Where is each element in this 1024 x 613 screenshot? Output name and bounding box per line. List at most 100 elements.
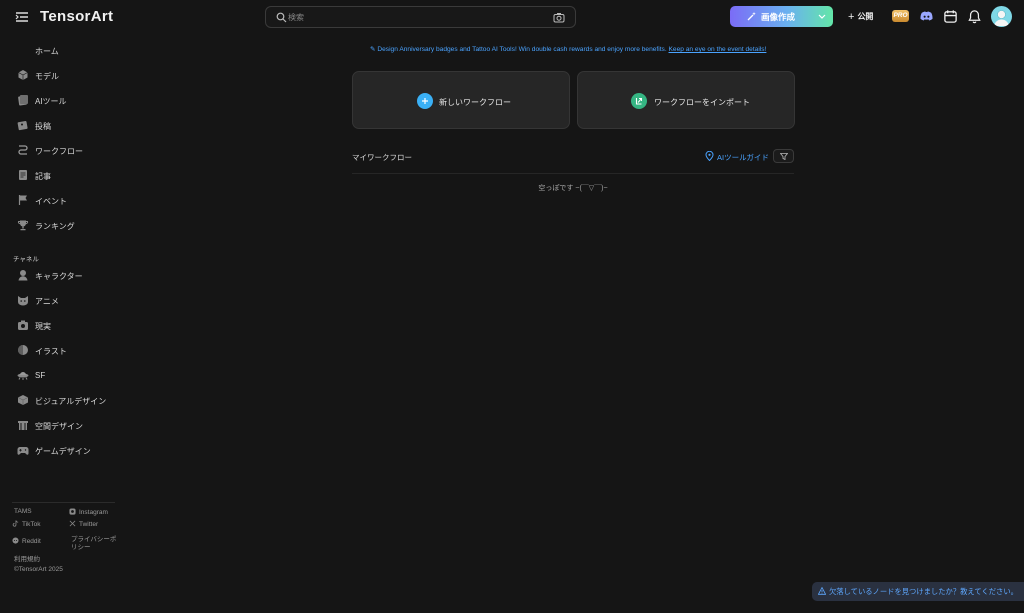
import-workflow-card[interactable]: ワークフローをインポート <box>577 71 795 129</box>
sidebar-channel-game-design[interactable]: ゲームデザイン <box>17 443 117 459</box>
sidebar-item-workflow[interactable]: ワークフロー <box>17 143 117 159</box>
character-icon <box>18 270 28 281</box>
footer-link-reddit[interactable]: Reddit <box>12 537 41 545</box>
publish-button[interactable]: + 公開 <box>848 10 873 23</box>
calendar-icon[interactable] <box>943 9 958 24</box>
footer-link-tams[interactable]: TAMS <box>14 508 32 515</box>
workflow-icon <box>18 145 28 155</box>
gamepad-icon <box>17 447 29 455</box>
sidebar-item-label: 投稿 <box>35 122 51 131</box>
ai-tool-icon <box>18 95 28 106</box>
sidebar-item-label: ビジュアルデザイン <box>35 397 107 406</box>
x-twitter-icon <box>69 520 76 527</box>
sidebar-item-label: 記事 <box>35 172 51 181</box>
sidebar-item-ranking[interactable]: ランキング <box>17 218 117 234</box>
section-divider <box>352 173 794 174</box>
sf-icon <box>17 372 29 380</box>
post-icon <box>17 121 28 131</box>
toast-text: 欠落しているノードを見つけましたか？教えてください。 <box>829 587 1018 596</box>
sidebar-item-label: ワークフロー <box>35 147 83 156</box>
sidebar-channel-space-design[interactable]: 空間デザイン <box>17 418 117 434</box>
plus-icon <box>417 93 433 109</box>
cube-icon <box>18 70 28 80</box>
banner-text: ✎ Design Anniversary badges and Tattoo A… <box>370 46 669 53</box>
generate-image-button[interactable]: 画像作成 <box>730 6 833 27</box>
reality-icon <box>18 320 28 330</box>
footer-link-tiktok[interactable]: TikTok <box>12 520 41 528</box>
chevron-down-icon[interactable] <box>818 12 826 20</box>
sidebar-channel-visual-design[interactable]: ビジュアルデザイン <box>17 393 117 409</box>
sidebar-channel-anime[interactable]: アニメ <box>17 293 117 309</box>
sidebar-item-label: 現実 <box>35 322 51 331</box>
search-input[interactable] <box>288 10 538 25</box>
instagram-icon <box>69 508 76 515</box>
footer-link-label: TikTok <box>22 521 41 528</box>
import-icon <box>631 93 647 109</box>
trophy-icon <box>17 220 29 231</box>
sidebar-item-label: キャラクター <box>35 272 83 281</box>
sidebar-item-label: ランキング <box>35 222 75 231</box>
import-workflow-label: ワークフローをインポート <box>654 98 750 107</box>
warning-icon <box>818 587 826 595</box>
menu-icon[interactable] <box>15 10 29 24</box>
anime-icon <box>18 296 28 306</box>
avatar[interactable] <box>991 6 1012 27</box>
sidebar-item-label: ホーム <box>35 47 59 56</box>
sidebar-item-label: SF <box>35 371 46 380</box>
sidebar-item-label: 空間デザイン <box>35 422 83 431</box>
sidebar-channel-reality[interactable]: 現実 <box>17 318 117 334</box>
footer-copyright: ©TensorArt 2025 <box>14 566 63 573</box>
footer-link-privacy-line2[interactable]: リシー <box>71 541 91 551</box>
generate-label: 画像作成 <box>761 12 796 22</box>
sidebar-item-home[interactable]: ホーム <box>17 43 117 59</box>
footer-link-label: Reddit <box>22 538 41 545</box>
channel-section-title: チャネル <box>13 256 39 263</box>
reddit-icon <box>12 537 19 544</box>
bell-icon[interactable] <box>967 9 982 24</box>
sidebar-channel-character[interactable]: キャラクター <box>17 268 117 284</box>
footer-link-twitter[interactable]: Twitter <box>69 520 98 528</box>
camera-icon[interactable] <box>553 12 565 23</box>
new-workflow-label: 新しいワークフロー <box>439 98 511 107</box>
illustration-icon <box>18 345 28 355</box>
flag-icon <box>18 195 27 205</box>
plus-icon: + <box>848 11 855 23</box>
location-pin-icon <box>705 151 714 161</box>
space-design-icon <box>18 421 28 430</box>
sidebar-footer-divider <box>12 502 115 503</box>
missing-node-feedback-toast[interactable]: 欠落しているノードを見つけましたか？教えてください。 <box>812 582 1024 601</box>
search-icon <box>276 12 287 23</box>
sidebar-item-ai-tools[interactable]: AIツール <box>17 93 117 109</box>
footer-link-label: Instagram <box>79 509 108 516</box>
footer-link-terms[interactable]: 利用規約 <box>14 553 40 563</box>
my-workflows-title: マイワークフロー <box>352 153 412 162</box>
sidebar-item-posts[interactable]: 投稿 <box>17 118 117 134</box>
sidebar-item-models[interactable]: モデル <box>17 68 117 84</box>
pro-badge[interactable]: PRO <box>892 10 909 22</box>
filter-button[interactable] <box>773 149 794 163</box>
article-icon <box>19 170 27 180</box>
footer-link-instagram[interactable]: Instagram <box>69 508 108 516</box>
top-bar: TensorArt 画像作成 +公開 PRO <box>0 0 1024 34</box>
sidebar: ホーム モデル AIツール 投稿 ワークフロー 記事 イベント ランキング チャ… <box>0 34 120 613</box>
sidebar-item-label: モデル <box>35 72 59 81</box>
footer-link-label: Twitter <box>79 521 99 528</box>
visual-design-icon <box>17 395 29 405</box>
sidebar-item-label: AIツール <box>35 97 67 106</box>
logo[interactable]: TensorArt <box>40 8 113 25</box>
wand-icon <box>747 12 756 21</box>
sidebar-item-events[interactable]: イベント <box>17 193 117 209</box>
sidebar-channel-sf[interactable]: SF <box>17 368 117 384</box>
discord-icon[interactable] <box>919 9 934 24</box>
sidebar-channel-illustration[interactable]: イラスト <box>17 343 117 359</box>
avatar-image <box>994 10 1009 26</box>
new-workflow-card[interactable]: 新しいワークフロー <box>352 71 570 129</box>
search-box[interactable] <box>265 6 576 28</box>
sidebar-item-articles[interactable]: 記事 <box>17 168 117 184</box>
sidebar-item-label: アニメ <box>35 297 59 306</box>
banner-link[interactable]: Keep an eye on the event details! <box>669 46 767 53</box>
event-banner: ✎ Design Anniversary badges and Tattoo A… <box>370 45 776 53</box>
tiktok-icon <box>12 520 19 527</box>
sidebar-item-label: ゲームデザイン <box>35 447 91 456</box>
guide-label: AIツールガイド <box>717 153 769 162</box>
